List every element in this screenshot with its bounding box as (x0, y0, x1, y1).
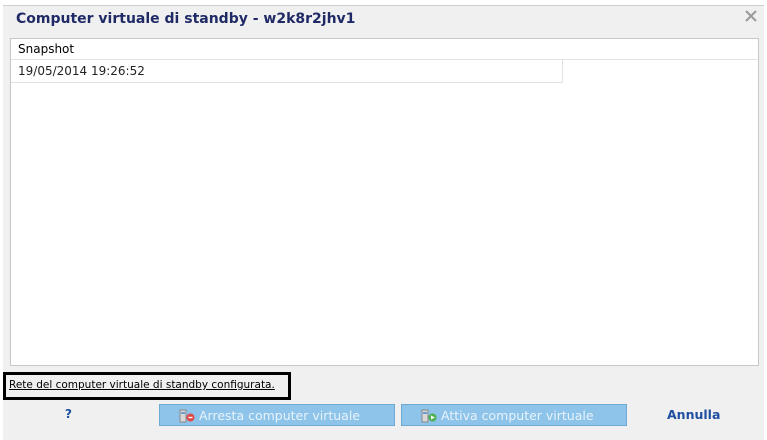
stop-vm-label: Arresta computer virtuale (199, 407, 360, 423)
network-status-box: Rete del computer virtuale di standby co… (3, 372, 291, 400)
network-configured-link[interactable]: Rete del computer virtuale di standby co… (9, 379, 275, 391)
snapshot-list[interactable]: Snapshot 19/05/2014 19:26:52 (10, 38, 759, 366)
cancel-button[interactable]: Annulla (667, 407, 720, 422)
vm-stop-icon (179, 409, 195, 423)
dialog-title: Computer virtuale di standby - w2k8r2jhv… (16, 11, 356, 27)
snapshot-row[interactable]: 19/05/2014 19:26:52 (11, 60, 563, 83)
stop-vm-button[interactable]: Arresta computer virtuale (159, 404, 395, 426)
snapshot-column-header[interactable]: Snapshot (11, 39, 758, 60)
vm-start-icon (421, 409, 437, 423)
help-link[interactable]: ? (65, 407, 72, 421)
close-icon[interactable] (744, 9, 758, 23)
standby-vm-dialog: Computer virtuale di standby - w2k8r2jhv… (3, 5, 764, 440)
dialog-title-bar: Computer virtuale di standby - w2k8r2jhv… (3, 6, 764, 34)
start-vm-label: Attiva computer virtuale (441, 407, 594, 423)
start-vm-button[interactable]: Attiva computer virtuale (401, 404, 627, 426)
